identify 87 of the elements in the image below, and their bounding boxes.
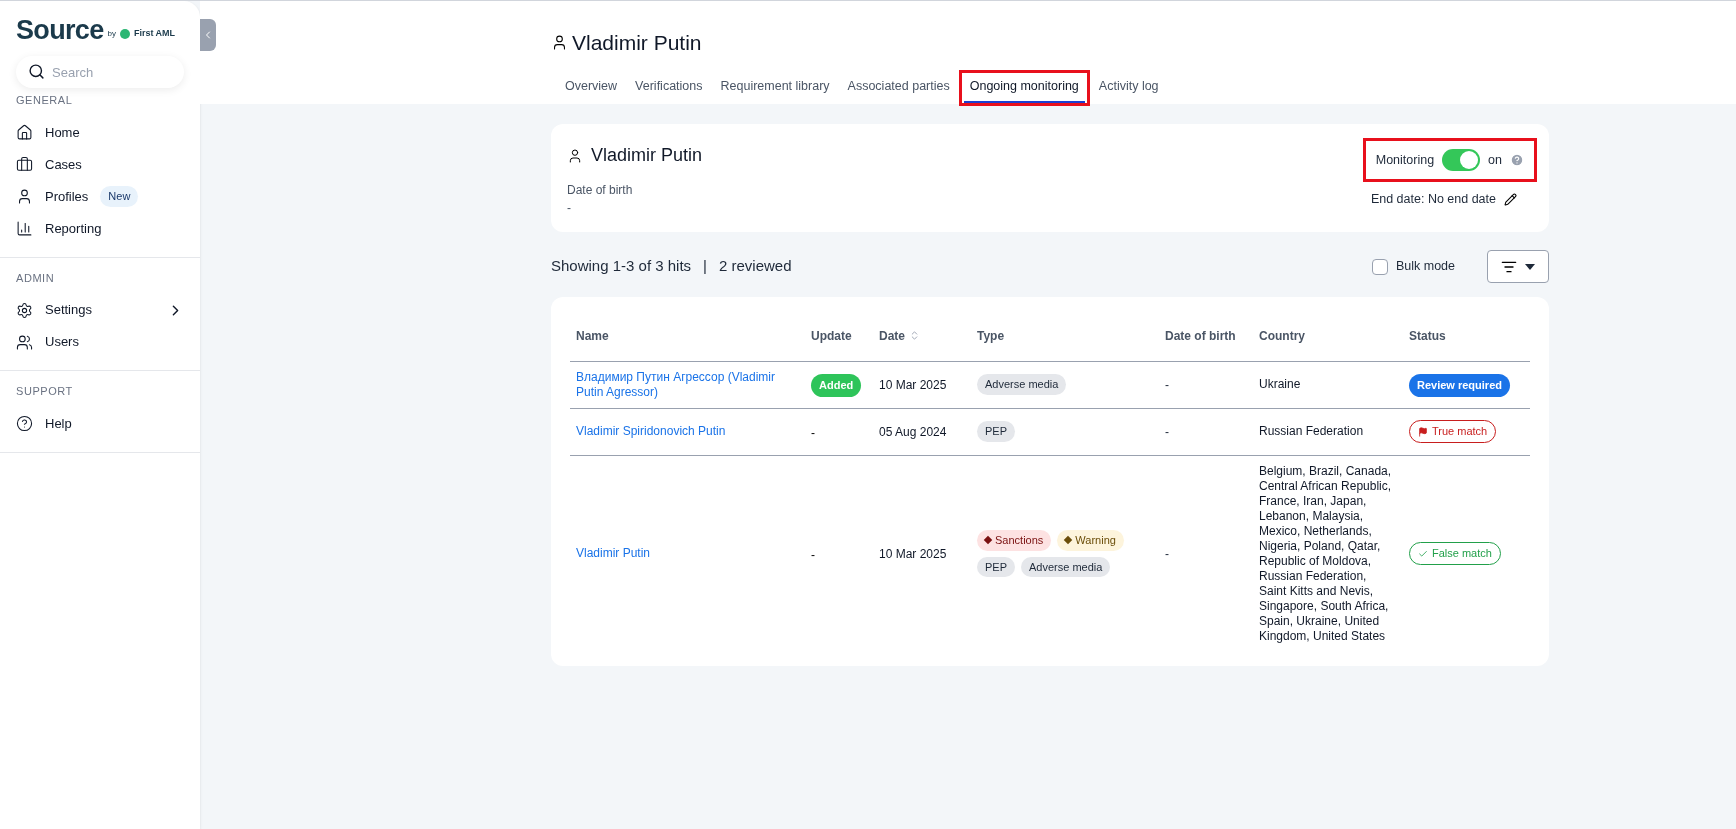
type-tag: Warning — [1057, 530, 1124, 551]
status-badge: Review required — [1409, 374, 1510, 397]
end-date: End date: No end date — [1370, 191, 1496, 208]
column-header: Date of birth — [1159, 311, 1253, 361]
column-header: Status — [1403, 311, 1530, 361]
check-icon — [1418, 548, 1428, 559]
nav-item[interactable]: Settings — [16, 294, 184, 326]
help-icon — [16, 415, 33, 432]
logo-by: by — [107, 28, 116, 40]
nav-label: Profiles — [45, 187, 89, 206]
profile-name: Vladimir Putin — [591, 144, 703, 167]
chart-icon — [16, 220, 33, 237]
column-header: Country — [1253, 311, 1403, 361]
monitoring-toggle[interactable] — [1442, 149, 1481, 171]
hits-count: Showing 1-3 of 3 hits — [551, 256, 692, 277]
type-tag: Adverse media — [1021, 556, 1111, 577]
reviewed-count: 2 reviewed — [719, 256, 792, 277]
monitoring-label: Monitoring — [1375, 151, 1435, 169]
help-icon[interactable] — [1510, 153, 1524, 167]
sort-icon — [909, 330, 920, 342]
nav-label: Home — [45, 123, 80, 142]
type-tag: Adverse media — [977, 374, 1067, 395]
table-cell: 10 Mar 2025 — [873, 455, 971, 652]
column-header: Type — [971, 311, 1159, 361]
type-tag: Sanctions — [977, 530, 1052, 551]
brand-logo-icon — [119, 29, 130, 39]
column-header[interactable]: Date — [873, 311, 971, 361]
nav-item[interactable]: Users — [16, 326, 184, 358]
page-title: Vladimir Putin — [572, 30, 702, 56]
collapse-sidebar-button[interactable] — [200, 19, 216, 51]
type-tag: PEP — [977, 421, 1015, 442]
section-heading: SUPPORT — [16, 384, 74, 399]
type-tag: PEP — [977, 556, 1015, 577]
tab[interactable]: Requirement library — [714, 72, 836, 103]
table-cell: - — [1159, 455, 1253, 652]
dob-value: - — [567, 200, 572, 217]
section-heading: ADMIN — [16, 270, 56, 286]
logo: Source — [16, 17, 104, 44]
nav-label: Reporting — [45, 219, 102, 238]
nav-item[interactable]: Profiles New — [16, 180, 184, 213]
search-field[interactable]: Search — [16, 56, 184, 88]
hit-name-link[interactable]: Vladimir Putin — [576, 546, 799, 561]
briefcase-icon — [16, 156, 33, 173]
filter-button[interactable] — [1487, 250, 1549, 283]
tab[interactable]: Associated parties — [841, 72, 956, 103]
table-cell: - — [1159, 408, 1253, 455]
nav-label: Cases — [45, 155, 82, 174]
hit-name-link[interactable]: Владимир Путин Агрессор (Vladimir Putin Agressor) — [576, 369, 799, 400]
user-icon — [567, 147, 583, 164]
tab[interactable]: Verifications — [629, 72, 709, 103]
table-cell: Russian Federation — [1253, 408, 1403, 455]
tab[interactable]: Activity log — [1092, 72, 1165, 103]
edit-icon[interactable] — [1504, 192, 1517, 206]
table-cell: - — [811, 425, 815, 440]
added-badge: Added — [811, 374, 862, 397]
monitoring-state: on — [1488, 151, 1502, 169]
user-icon — [16, 188, 33, 205]
table-cell: Belgium, Brazil, Canada, Central African Republic, France, Iran, Japan, Lebanon, Malaysia, Mexico, Netherlands, Nigeria, Poland, Qatar, Republic of Moldova, Russian Federation, Saint Kitts and Nevis, Singapore, South Africa, Spain, Ukraine, United Kingdom, United States — [1253, 455, 1403, 652]
nav-label: Help — [45, 414, 72, 433]
bulk-mode-label: Bulk mode — [1395, 258, 1455, 276]
table-cell: 10 Mar 2025 — [873, 361, 971, 408]
nav-item[interactable]: Cases — [16, 148, 184, 181]
users-icon — [16, 333, 33, 351]
new-badge: New — [100, 186, 139, 207]
table-cell: 05 Aug 2024 — [873, 408, 971, 455]
table-cell: - — [1159, 361, 1253, 408]
nav-item[interactable]: Help — [16, 407, 184, 440]
column-header: Update — [805, 311, 873, 361]
bulk-mode-checkbox[interactable] — [1371, 258, 1388, 275]
separator: | — [703, 256, 707, 277]
nav-label: Users — [45, 333, 79, 352]
brand-name: First AML — [133, 26, 176, 40]
table-cell: - — [811, 547, 815, 562]
nav-label: Settings — [45, 301, 92, 320]
user-icon — [551, 34, 568, 52]
home-icon — [16, 124, 33, 141]
table-cell: Ukraine — [1253, 361, 1403, 408]
tab[interactable]: Overview — [559, 72, 624, 103]
nav-item[interactable]: Home — [16, 116, 184, 149]
dob-label: Date of birth — [567, 182, 634, 199]
search-icon — [28, 63, 45, 80]
settings-icon — [16, 301, 33, 319]
hit-name-link[interactable]: Vladimir Spiridonovich Putin — [576, 424, 799, 439]
column-header: Name — [570, 311, 805, 361]
nav-item[interactable]: Reporting — [16, 212, 184, 245]
flag-icon — [1418, 426, 1428, 437]
section-heading: GENERAL — [16, 93, 74, 108]
